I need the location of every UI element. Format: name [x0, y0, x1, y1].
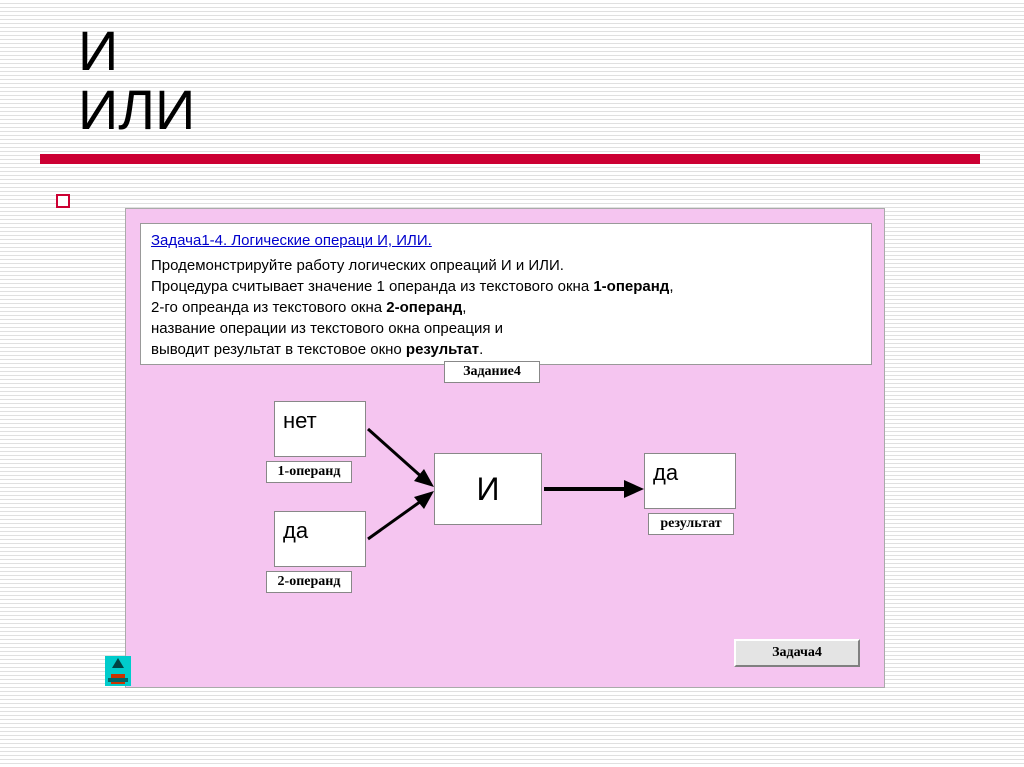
description-box: Задача1-4. Логические операци И, ИЛИ. Пр…: [140, 223, 872, 365]
task-label-top: Задание4: [444, 361, 540, 383]
task-button[interactable]: Задача4: [734, 639, 860, 667]
arrow-op1-to-operation: [366, 425, 446, 495]
operand2-label: 2-операнд: [266, 571, 352, 593]
operand1-label: 1-операнд: [266, 461, 352, 483]
accent-bar: [40, 154, 980, 164]
operation-input[interactable]: И: [434, 453, 542, 525]
desc-line-5a: выводит результат в текстовое окно: [151, 341, 406, 358]
task-link[interactable]: Задача1-4. Логические операци И, ИЛИ.: [151, 230, 432, 251]
turtle-icon: [105, 656, 131, 686]
main-panel: Задача1-4. Логические операци И, ИЛИ. Пр…: [125, 208, 885, 688]
desc-line-3a: 2-го опреанда из текстового окна: [151, 299, 386, 316]
desc-bold-op1: 1-операнд: [593, 278, 669, 295]
title-line-2: ИЛИ: [78, 81, 195, 140]
operand1-input[interactable]: нет: [274, 401, 366, 457]
slide-title: И ИЛИ: [78, 22, 195, 140]
desc-line-4: название операции из текстового окна опр…: [151, 320, 503, 337]
desc-bold-result: результат: [406, 341, 479, 358]
desc-bold-op2: 2-операнд: [386, 299, 462, 316]
arrow-op2-to-operation: [366, 491, 446, 551]
operand2-input[interactable]: да: [274, 511, 366, 567]
desc-line-2a: Процедура считывает значение 1 операнда …: [151, 278, 593, 295]
desc-line-1: Продемонстрируйте работу логических опре…: [151, 257, 564, 274]
result-label: результат: [648, 513, 734, 535]
arrow-operation-to-result: [542, 477, 648, 501]
result-output: да: [644, 453, 736, 509]
bullet-square: [56, 194, 70, 208]
title-line-1: И: [78, 22, 195, 81]
